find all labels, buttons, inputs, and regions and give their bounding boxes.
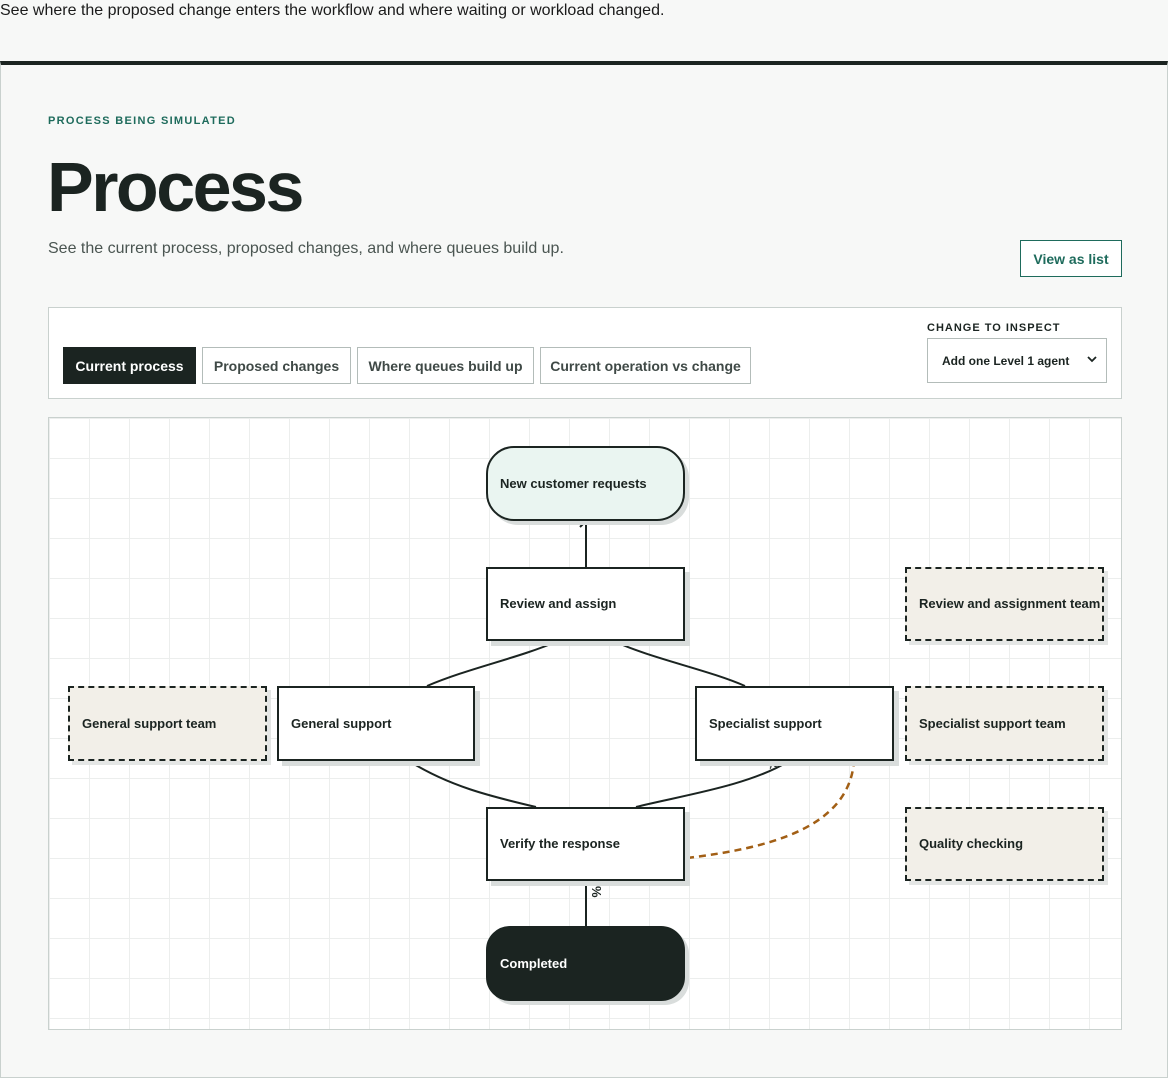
node-completed[interactable]: Completed [486,926,685,1001]
tab-where-queues-build-up[interactable]: Where queues build up [357,347,534,384]
tab-current-process[interactable]: Current process [63,347,196,384]
node-label: General support [291,715,392,731]
chevron-down-icon [1087,356,1097,363]
change-select[interactable]: Add one Level 1 agent [927,338,1107,383]
lane-specialist-support-team: Specialist support team [905,686,1104,761]
view-as-list-button[interactable]: View as list [1020,240,1122,277]
edge-general-to-verify [408,760,537,808]
view-toolbar: Current process Proposed changes Where q… [48,307,1122,399]
process-diagram: % % New customer requests Review and ass… [48,417,1122,1030]
edge-quality-rework [686,760,856,860]
node-label: New customer requests [500,475,647,491]
node-label: Specialist support [709,715,822,731]
node-label: Completed [500,955,568,971]
edge-review-to-specialist [613,640,746,687]
node-label: Verify the response [500,836,620,851]
process-panel: PROCESS BEING SIMULATED Process See the … [0,61,1168,1078]
node-verify-the-response[interactable]: Verify the response [486,807,685,881]
lane-label: Specialist support team [919,715,1066,731]
node-review-and-assign[interactable]: Review and assign [486,567,685,641]
eyebrow-label: PROCESS BEING SIMULATED [48,115,236,127]
change-select-value: Add one Level 1 agent [942,353,1070,368]
node-label: Review and assign [500,596,617,611]
node-new-customer-requests[interactable]: New customer requests [486,446,685,521]
lane-review-and-assignment-team: Review and assignment team [905,567,1104,641]
lane-quality-checking: Quality checking [905,807,1104,881]
edge-marker-verify-completed: % [589,886,604,898]
node-specialist-support[interactable]: Specialist support [695,686,894,761]
edge-review-to-general [426,640,559,687]
lane-label: General support team [82,715,217,731]
tab-proposed-changes[interactable]: Proposed changes [202,347,351,384]
node-general-support[interactable]: General support [277,686,475,761]
page-caption: See where the proposed change enters the… [0,2,665,19]
tab-current-vs-change[interactable]: Current operation vs change [540,347,751,384]
lane-label: Review and assignment team [919,596,1101,611]
lane-label: Quality checking [919,836,1024,851]
change-to-inspect-label: CHANGE TO INSPECT [927,322,1061,334]
page-title: Process [47,148,304,226]
page-subtitle: See the current process, proposed change… [48,240,564,257]
lane-general-support-team: General support team [68,686,267,761]
